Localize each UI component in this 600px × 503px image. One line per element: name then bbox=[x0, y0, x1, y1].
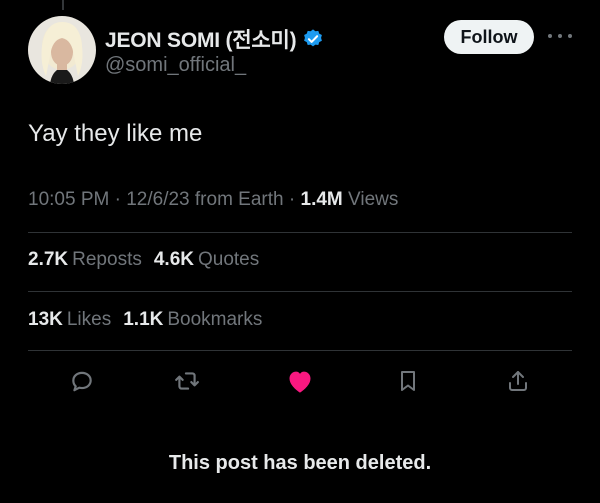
divider bbox=[28, 350, 572, 351]
bookmarks-count: 1.1K bbox=[123, 309, 164, 330]
bookmark-icon[interactable] bbox=[393, 366, 423, 396]
avatar[interactable] bbox=[28, 16, 96, 84]
views-count: 1.4M bbox=[300, 189, 343, 210]
stats-row-reposts-quotes: 2.7K Reposts 4.6K Quotes bbox=[28, 249, 259, 271]
thread-connector-line bbox=[62, 0, 64, 10]
author-handle[interactable]: @somi_official_ bbox=[105, 54, 246, 77]
repost-icon[interactable] bbox=[172, 366, 202, 396]
reposts-count: 2.7K bbox=[28, 249, 69, 270]
views-label: Views bbox=[348, 189, 399, 210]
divider bbox=[28, 232, 572, 233]
quotes-count: 4.6K bbox=[153, 249, 194, 270]
tweet-source: from Earth bbox=[194, 189, 284, 210]
tweet-page: JEON SOMI (전소미) @somi_official_ Follow Y… bbox=[0, 0, 600, 503]
meta-separator: · bbox=[288, 189, 296, 210]
reposts-stat[interactable]: 2.7K Reposts bbox=[28, 249, 142, 271]
author-name-row[interactable]: JEON SOMI (전소미) bbox=[105, 24, 324, 54]
quotes-label: Quotes bbox=[197, 249, 260, 270]
verified-badge-icon bbox=[302, 28, 324, 50]
like-icon[interactable] bbox=[285, 366, 315, 396]
tweet-text: Yay they like me bbox=[28, 120, 203, 147]
more-dots-icon[interactable] bbox=[548, 26, 572, 46]
bookmarks-label: Bookmarks bbox=[167, 309, 263, 330]
bookmarks-stat[interactable]: 1.1K Bookmarks bbox=[123, 309, 262, 331]
share-icon[interactable] bbox=[503, 366, 533, 396]
author-display-name[interactable]: JEON SOMI (전소미) bbox=[105, 24, 297, 54]
divider bbox=[28, 291, 572, 292]
likes-count: 13K bbox=[28, 309, 63, 330]
follow-button[interactable]: Follow bbox=[444, 20, 534, 54]
reply-icon[interactable] bbox=[67, 366, 97, 396]
tweet-date[interactable]: 12/6/23 bbox=[126, 189, 189, 210]
quotes-stat[interactable]: 4.6K Quotes bbox=[154, 249, 259, 271]
stats-row-likes-bookmarks: 13K Likes 1.1K Bookmarks bbox=[28, 309, 262, 331]
action-bar bbox=[0, 366, 600, 398]
tweet-time[interactable]: 10:05 PM bbox=[28, 189, 109, 210]
deleted-post-notice: This post has been deleted. bbox=[168, 452, 432, 474]
likes-stat[interactable]: 13K Likes bbox=[28, 309, 111, 331]
likes-label: Likes bbox=[66, 309, 112, 330]
tweet-meta: 10:05 PM · 12/6/23 from Earth · 1.4M Vie… bbox=[28, 189, 398, 211]
reposts-label: Reposts bbox=[72, 249, 142, 270]
meta-separator: · bbox=[114, 189, 121, 210]
